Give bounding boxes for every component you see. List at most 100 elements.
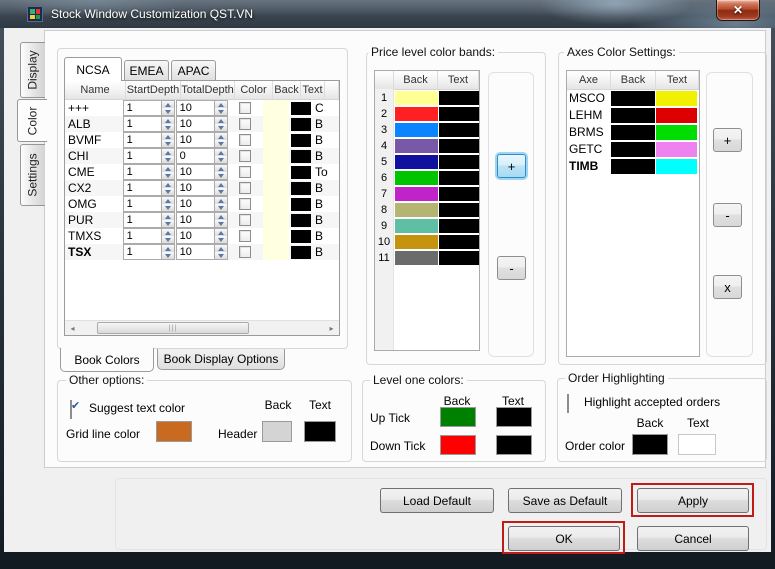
spin-down-icon[interactable] (214, 140, 227, 147)
totaldepth-stepper[interactable]: 10 (175, 116, 228, 132)
startdepth-stepper[interactable]: 1 (122, 228, 175, 244)
spin-up-icon[interactable] (161, 149, 174, 156)
clear-axes-button[interactable]: x (713, 275, 742, 299)
spin-down-icon[interactable] (214, 172, 227, 179)
startdepth-stepper[interactable]: 1 (122, 148, 175, 164)
col-color[interactable]: Color (235, 81, 273, 99)
spin-up-icon[interactable] (214, 197, 227, 204)
axe-text-swatch[interactable] (656, 91, 697, 106)
startdepth-stepper[interactable]: 1 (122, 100, 175, 116)
spin-up-icon[interactable] (161, 245, 174, 252)
text-color-swatch[interactable] (290, 197, 311, 211)
spin-down-icon[interactable] (214, 124, 227, 131)
band-text-swatch[interactable] (439, 107, 479, 121)
band-text-swatch[interactable] (439, 219, 479, 233)
band-back-swatch[interactable] (395, 139, 438, 153)
axe-text-swatch[interactable] (656, 108, 697, 123)
scroll-right-icon[interactable]: ▸ (324, 321, 339, 335)
back-color-swatch[interactable] (262, 180, 289, 196)
color-checkbox[interactable] (239, 118, 252, 130)
spin-up-icon[interactable] (214, 149, 227, 156)
text-color-swatch[interactable] (290, 165, 311, 179)
band-back-swatch[interactable] (395, 203, 438, 217)
tab-color[interactable]: Color (17, 99, 47, 142)
scroll-left-icon[interactable]: ◂ (65, 321, 80, 335)
tab-settings[interactable]: Settings (20, 144, 45, 206)
up-tick-text-swatch[interactable] (496, 407, 532, 427)
text-color-swatch[interactable] (290, 117, 311, 131)
back-color-swatch[interactable] (262, 244, 289, 260)
totaldepth-stepper[interactable]: 10 (175, 196, 228, 212)
titlebar[interactable]: Stock Window Customization QST.VN ✕ (0, 0, 775, 28)
startdepth-stepper[interactable]: 1 (122, 180, 175, 196)
text-color-swatch[interactable] (290, 101, 311, 115)
band-back-swatch[interactable] (395, 235, 438, 249)
add-band-button[interactable]: + (497, 154, 526, 178)
col-totaldepth[interactable]: TotalDepth (181, 81, 235, 99)
spin-down-icon[interactable] (214, 204, 227, 211)
spin-down-icon[interactable] (214, 188, 227, 195)
region-tab-apac[interactable]: APAC (171, 60, 216, 81)
color-checkbox[interactable] (239, 102, 252, 114)
color-checkbox[interactable] (239, 214, 252, 226)
spin-down-icon[interactable] (161, 252, 174, 259)
color-checkbox[interactable] (239, 134, 252, 146)
startdepth-stepper[interactable]: 1 (122, 132, 175, 148)
spin-up-icon[interactable] (161, 165, 174, 172)
down-tick-text-swatch[interactable] (496, 435, 532, 455)
spin-up-icon[interactable] (214, 213, 227, 220)
header-back-swatch[interactable] (262, 421, 292, 442)
text-color-swatch[interactable] (290, 229, 311, 243)
spin-up-icon[interactable] (161, 101, 174, 108)
remove-band-button[interactable]: - (497, 256, 526, 280)
startdepth-stepper[interactable]: 1 (122, 116, 175, 132)
startdepth-stepper[interactable]: 1 (122, 212, 175, 228)
band-back-swatch[interactable] (395, 187, 438, 201)
band-back-swatch[interactable] (395, 91, 438, 105)
order-back-swatch[interactable] (632, 434, 668, 455)
tab-book-colors[interactable]: Book Colors (60, 348, 154, 372)
col-back[interactable]: Back (273, 81, 301, 99)
band-back-swatch[interactable] (395, 123, 438, 137)
spin-down-icon[interactable] (214, 156, 227, 163)
down-tick-back-swatch[interactable] (440, 435, 476, 455)
spin-up-icon[interactable] (161, 133, 174, 140)
band-text-swatch[interactable] (439, 187, 479, 201)
back-color-swatch[interactable] (262, 148, 289, 164)
spin-up-icon[interactable] (161, 213, 174, 220)
totaldepth-stepper[interactable]: 10 (175, 228, 228, 244)
back-color-swatch[interactable] (262, 116, 289, 132)
spin-down-icon[interactable] (161, 140, 174, 147)
text-color-swatch[interactable] (290, 245, 311, 259)
spin-down-icon[interactable] (161, 172, 174, 179)
text-color-swatch[interactable] (290, 213, 311, 227)
axe-back-swatch[interactable] (611, 125, 655, 140)
spin-up-icon[interactable] (214, 101, 227, 108)
spin-up-icon[interactable] (214, 245, 227, 252)
color-checkbox[interactable] (239, 246, 252, 258)
back-color-swatch[interactable] (262, 196, 289, 212)
grid-line-color-swatch[interactable] (156, 421, 192, 442)
band-text-swatch[interactable] (439, 123, 479, 137)
spin-down-icon[interactable] (214, 236, 227, 243)
totaldepth-stepper[interactable]: 10 (175, 212, 228, 228)
axe-back-swatch[interactable] (611, 142, 655, 157)
order-text-swatch[interactable] (678, 434, 716, 455)
totaldepth-stepper[interactable]: 10 (175, 164, 228, 180)
axe-text-swatch[interactable] (656, 159, 697, 174)
band-text-swatch[interactable] (439, 91, 479, 105)
startdepth-stepper[interactable]: 1 (122, 164, 175, 180)
spin-up-icon[interactable] (161, 181, 174, 188)
axe-back-swatch[interactable] (611, 108, 655, 123)
load-default-button[interactable]: Load Default (380, 488, 494, 513)
spin-down-icon[interactable] (161, 236, 174, 243)
color-checkbox[interactable] (239, 230, 252, 242)
save-as-default-button[interactable]: Save as Default (508, 488, 622, 513)
band-back-swatch[interactable] (395, 219, 438, 233)
tab-display[interactable]: Display (20, 42, 45, 98)
region-tab-ncsa[interactable]: NCSA (64, 57, 122, 81)
spin-up-icon[interactable] (214, 117, 227, 124)
startdepth-stepper[interactable]: 1 (122, 196, 175, 212)
back-color-swatch[interactable] (262, 100, 289, 116)
spin-down-icon[interactable] (161, 124, 174, 131)
